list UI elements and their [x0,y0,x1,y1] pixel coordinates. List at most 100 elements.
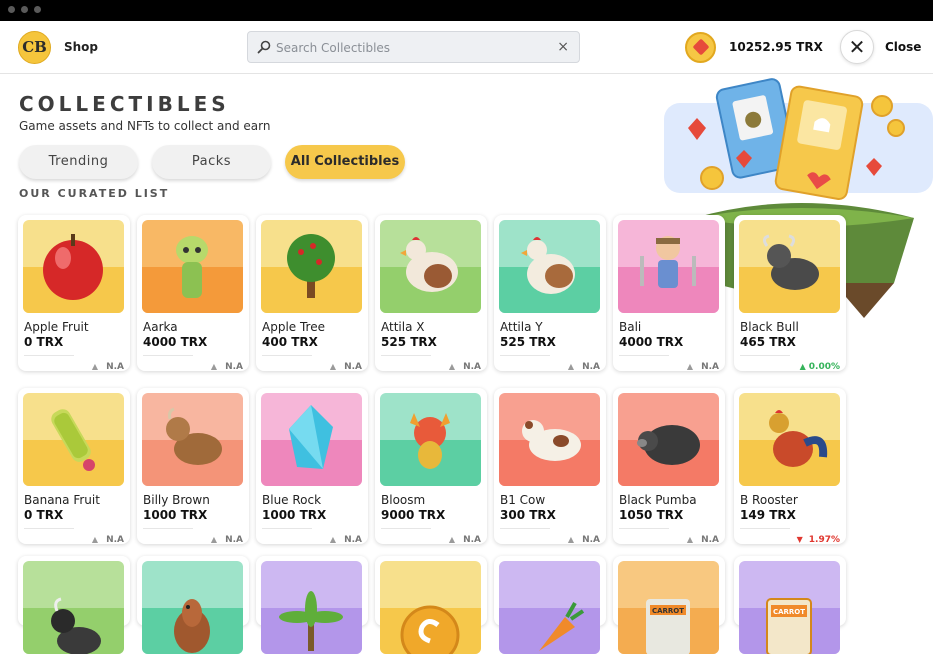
price-change: ▲ N.A [330,362,362,372]
price-change: ▲ N.A [330,535,362,545]
collectible-name: Bali [619,320,642,334]
up-arrow-icon: ▲ [91,362,99,371]
viking-warrior-icon [618,220,719,313]
up-arrow-icon: ▲ [329,362,337,371]
rooster-icon [499,220,600,313]
card-divider [500,355,550,356]
collectible-name: B1 Cow [500,493,546,507]
card-divider [24,355,74,356]
horse-icon [142,561,243,654]
collectible-card[interactable]: Billy Brown 1000 TRX ▲ N.A [137,388,249,545]
collectible-name: Banana Fruit [24,493,100,507]
banana-bunch-icon [23,393,124,486]
price-change-value: N.A [106,362,124,372]
colorful-rooster-icon [739,393,840,486]
card-divider [24,528,74,529]
card-divider [381,355,431,356]
collectible-card[interactable] [18,556,130,654]
price-change: ▲ N.A [92,535,124,545]
collectible-name: Aarka [143,320,178,334]
up-arrow-icon: ▲ [329,535,337,544]
collectible-card[interactable]: Apple Fruit 0 TRX ▲ N.A [18,215,130,372]
price-change-value: N.A [225,535,243,545]
collectible-card[interactable]: CARROT [613,556,725,654]
collectible-price: 1000 TRX [143,508,208,522]
collectible-name: Apple Fruit [24,320,89,334]
card-divider [143,528,193,529]
collectible-price: 0 TRX [24,335,64,349]
collectible-price: 1000 TRX [262,508,327,522]
price-change: ▲ N.A [687,362,719,372]
collectible-price: 525 TRX [381,335,437,349]
collectible-card[interactable]: Aarka 4000 TRX ▲ N.A [137,215,249,372]
collectible-name: Apple Tree [262,320,325,334]
price-change-value: 0.00% [808,362,840,372]
collectible-card[interactable]: Banana Fruit 0 TRX ▲ N.A [18,388,130,545]
collectible-card[interactable]: B Rooster 149 TRX ▼ 1.97% [734,388,846,545]
up-arrow-icon: ▲ [567,362,575,371]
svg-text:CARROT: CARROT [652,607,684,615]
fire-creature-icon [380,393,481,486]
collectible-card[interactable]: Black Pumba 1050 TRX ▲ N.A [613,388,725,545]
up-arrow-icon: ▲ [686,535,694,544]
collectible-card[interactable] [137,556,249,654]
collectible-card[interactable]: Attila Y 525 TRX ▲ N.A [494,215,606,372]
collectible-price: 4000 TRX [619,335,684,349]
card-divider [740,355,790,356]
up-arrow-icon: ▲ [448,362,456,371]
price-change-value: N.A [106,535,124,545]
forest-fairy-icon [142,220,243,313]
collectible-card[interactable] [256,556,368,654]
price-change-value: N.A [225,362,243,372]
up-arrow-icon: ▲ [210,362,218,371]
spotted-cow-icon [499,393,600,486]
collectible-name: Blue Rock [262,493,322,507]
price-change: ▲ N.A [449,362,481,372]
collectible-card[interactable]: Attila X 525 TRX ▲ N.A [375,215,487,372]
price-change-value: N.A [463,535,481,545]
collectible-name: Bloosm [381,493,426,507]
collectible-card[interactable]: CARROT [734,556,846,654]
collectible-price: 4000 TRX [143,335,208,349]
price-change: ▲ N.A [211,362,243,372]
price-change-value: N.A [582,362,600,372]
card-divider [381,528,431,529]
collectible-card[interactable]: Blue Rock 1000 TRX ▲ N.A [256,388,368,545]
down-arrow-icon: ▼ [796,535,803,544]
collectible-name: Attila X [381,320,425,334]
black-goat-icon [23,561,124,654]
collectible-price: 400 TRX [262,335,318,349]
card-divider [500,528,550,529]
price-change-value: N.A [344,362,362,372]
up-arrow-icon: ▲ [686,362,694,371]
collectible-card[interactable]: Apple Tree 400 TRX ▲ N.A [256,215,368,372]
price-change: ▲ N.A [211,535,243,545]
collectible-card[interactable] [494,556,606,654]
up-arrow-icon: ▲ [567,535,575,544]
collectible-name: Black Bull [740,320,799,334]
price-change-value: N.A [701,535,719,545]
collectible-price: 149 TRX [740,508,796,522]
collectible-price: 1050 TRX [619,508,684,522]
blue-crystal-icon [261,393,362,486]
collectible-price: 300 TRX [500,508,556,522]
collectible-name: Black Pumba [619,493,697,507]
price-change: ▲ N.A [568,535,600,545]
card-divider [262,355,312,356]
price-change-value: N.A [463,362,481,372]
collectibles-grid: Apple Fruit 0 TRX ▲ N.A Aarka 4000 TRX ▲ N.A App… [0,0,933,654]
gold-coin-icon [380,561,481,654]
apple-tree-icon [261,220,362,313]
carrot-seed-pack-icon: CARROT [739,561,840,654]
price-change: ▲ N.A [568,362,600,372]
collectible-card[interactable]: Bloosm 9000 TRX ▲ N.A [375,388,487,545]
price-change-value: 1.97% [808,535,840,545]
up-arrow-icon: ▲ [799,362,806,371]
collectible-card[interactable]: B1 Cow 300 TRX ▲ N.A [494,388,606,545]
collectible-card[interactable]: Black Bull 465 TRX ▲ 0.00% [734,215,846,372]
collectible-card[interactable]: Bali 4000 TRX ▲ N.A [613,215,725,372]
collectible-name: Attila Y [500,320,543,334]
price-change: ▼ 1.97% [797,535,840,545]
collectible-card[interactable] [375,556,487,654]
price-change-value: N.A [344,535,362,545]
